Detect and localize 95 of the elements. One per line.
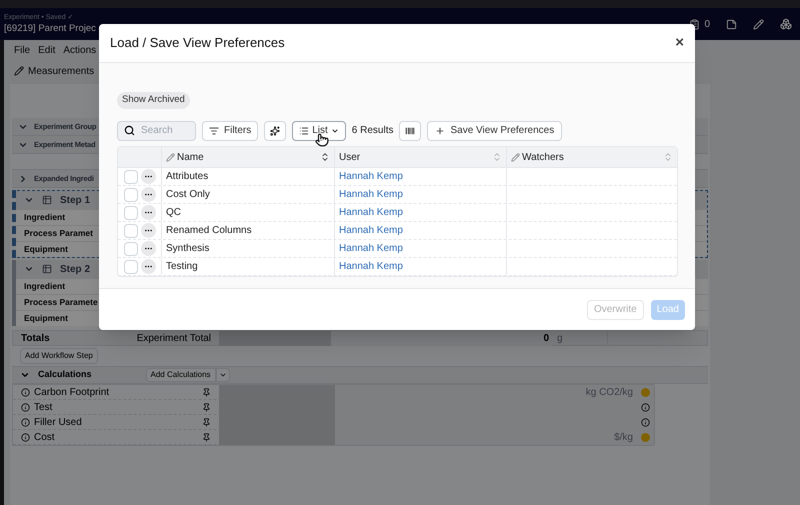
add-calculations-button[interactable]: Add Calculations: [146, 368, 216, 382]
more-button[interactable]: [141, 241, 156, 256]
column-header[interactable]: User: [334, 147, 506, 167]
note-icon[interactable]: [726, 18, 737, 30]
preference-name: Cost Only: [166, 188, 210, 202]
dropdown-button[interactable]: [216, 368, 230, 382]
menu-item[interactable]: Edit: [38, 42, 56, 58]
close-button[interactable]: ×: [675, 32, 684, 54]
sort-icon[interactable]: [320, 152, 330, 162]
search-field[interactable]: Search: [117, 120, 196, 140]
user-link[interactable]: Hannah Kemp: [339, 169, 403, 184]
columns-button[interactable]: [399, 120, 422, 140]
search-input[interactable]: Search: [141, 123, 185, 138]
calculation-name: Filler Used: [34, 416, 83, 430]
preference-name: Attributes: [166, 170, 208, 184]
more-button[interactable]: [141, 169, 156, 184]
more-button[interactable]: [141, 205, 156, 220]
caret-icon: [218, 371, 227, 379]
more-button[interactable]: [141, 259, 156, 274]
caret-icon[interactable]: [24, 195, 34, 205]
row-label: Ingredient: [24, 280, 66, 293]
total-unit: g: [557, 332, 563, 346]
filters-button[interactable]: Filters: [202, 120, 258, 140]
total-name: Experiment Total: [136, 332, 211, 346]
caret-icon[interactable]: [24, 264, 34, 274]
save-view-preferences-button[interactable]: Save View Preferences: [427, 120, 562, 140]
info-icon[interactable]: [21, 418, 30, 427]
user-link[interactable]: Hannah Kemp: [339, 223, 403, 238]
info-icon[interactable]: [21, 433, 30, 442]
filter-icon: [209, 126, 219, 136]
step-label: Step 2: [60, 262, 90, 276]
table-icon: [42, 264, 52, 274]
pin-icon[interactable]: [202, 418, 211, 427]
results-count: 6 Results: [352, 124, 394, 138]
row-label: Equipment: [24, 312, 68, 325]
row-label: Ingredient: [24, 211, 66, 224]
sparkle-icon: [270, 126, 280, 136]
checkbox[interactable]: [124, 188, 138, 202]
row-label: Process Paramete: [24, 296, 98, 309]
total-value: 0: [543, 332, 549, 346]
step-label: Step 1: [60, 194, 90, 208]
sparkle-button[interactable]: [264, 120, 286, 140]
checkbox[interactable]: [124, 170, 138, 184]
cubes-icon[interactable]: [780, 18, 792, 30]
pencil-icon[interactable]: [753, 18, 764, 30]
preference-name: Renamed Columns: [166, 224, 252, 238]
user-link[interactable]: Hannah Kemp: [339, 259, 403, 274]
totals-label: Totals: [21, 332, 50, 346]
info-icon[interactable]: [21, 388, 30, 397]
more-button[interactable]: [141, 187, 156, 202]
info-icon[interactable]: [641, 418, 650, 427]
calculation-name: Cost: [34, 431, 56, 445]
checkbox[interactable]: [124, 260, 138, 274]
search-icon: [124, 125, 135, 136]
user-link[interactable]: Hannah Kemp: [339, 187, 403, 202]
counter: 0: [704, 18, 710, 32]
preference-name: QC: [166, 206, 181, 220]
menu-item[interactable]: File: [14, 42, 30, 58]
show-archived-chip[interactable]: Show Archived: [117, 92, 190, 109]
measurements-tab[interactable]: Measurements: [14, 64, 94, 78]
table-icon: [42, 195, 52, 205]
column-header[interactable]: Watchers: [506, 147, 677, 167]
caret-icon: [330, 126, 339, 134]
caret-icon[interactable]: [20, 370, 30, 380]
pin-icon[interactable]: [202, 433, 211, 442]
preference-name: Testing: [166, 260, 198, 274]
checkbox[interactable]: [124, 242, 138, 256]
calculation-name: Carbon Footprint: [34, 386, 110, 400]
list-icon: [299, 126, 310, 136]
column-header[interactable]: Name: [161, 147, 334, 167]
info-icon[interactable]: [641, 403, 650, 412]
add-workflow-step-button[interactable]: Add Workflow Step: [20, 348, 98, 364]
project-title: [69219] Parent Projec: [4, 24, 96, 34]
plus-icon: [435, 126, 446, 136]
checkbox[interactable]: [124, 206, 138, 220]
preference-name: Synthesis: [166, 242, 210, 256]
view-dropdown[interactable]: List: [292, 120, 346, 140]
unit-label: $/kg: [614, 431, 633, 445]
columns-icon: [405, 126, 416, 136]
pin-icon[interactable]: [202, 388, 211, 397]
more-button[interactable]: [141, 223, 156, 238]
info-icon[interactable]: [21, 403, 30, 412]
calculations-label: Calculations: [38, 368, 92, 382]
user-link[interactable]: Hannah Kemp: [339, 205, 403, 220]
menu-item[interactable]: Actions: [63, 42, 96, 58]
pencil-icon: [14, 66, 24, 76]
pin-icon[interactable]: [202, 403, 211, 412]
user-link[interactable]: Hannah Kemp: [339, 241, 403, 256]
unit-label: kg CO2/kg: [586, 386, 633, 400]
calculation-name: Test: [34, 401, 54, 415]
caret-icon[interactable]: [18, 174, 28, 184]
row-label: Equipment: [24, 243, 68, 256]
dialog-title: Load / Save View Preferences: [110, 34, 285, 52]
row-label: Process Paramet: [24, 227, 93, 240]
checkbox[interactable]: [124, 224, 138, 238]
